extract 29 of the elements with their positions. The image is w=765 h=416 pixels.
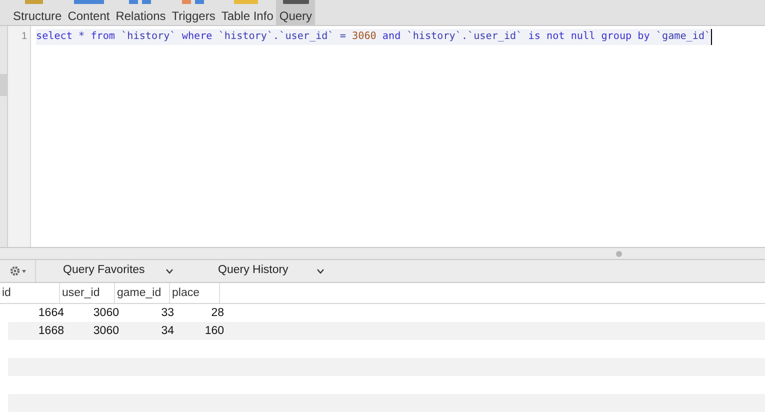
table-cell-text: 3060 xyxy=(92,324,120,339)
toolbar-tab[interactable]: Content xyxy=(64,0,113,25)
table-cell-text: 33 xyxy=(160,306,175,321)
toolbar-icon xyxy=(280,0,311,4)
toolbar-tab[interactable]: Triggers xyxy=(168,0,218,25)
table-cell-text: 1664 xyxy=(37,306,65,321)
caret-icon xyxy=(22,270,26,272)
column-header[interactable]: game_id xyxy=(115,283,170,303)
query-history-dropdown[interactable]: Query History xyxy=(176,262,324,280)
table-cell-text: 1668 xyxy=(37,324,65,339)
table-cell-text: 28 xyxy=(210,306,225,321)
column-header[interactable]: place xyxy=(170,283,220,303)
column-header[interactable]: user_id xyxy=(60,283,115,303)
line-number: 1 xyxy=(21,30,27,44)
toolbar-icon xyxy=(74,0,104,4)
toolbar-tab[interactable]: Table Info xyxy=(218,0,276,25)
toolbar-tab[interactable]: Relations xyxy=(112,0,169,25)
split-handle[interactable] xyxy=(0,247,765,260)
toolbar-tab[interactable]: Structure xyxy=(10,0,65,25)
chevron-icon xyxy=(166,268,173,274)
column-header[interactable]: id xyxy=(0,283,60,303)
table-cell-text: 34 xyxy=(160,324,175,339)
query-favorites-dropdown[interactable]: Query Favorites xyxy=(36,262,176,280)
gear-icon xyxy=(10,266,20,276)
table-cell-text: 160 xyxy=(204,324,225,339)
sql-query[interactable]: select * from `history` where `history`.`user_id` = 3060 and `history`.`user_id` is not null group by `game_id` xyxy=(36,29,712,45)
table-cell-text: 3060 xyxy=(92,306,120,321)
toolbar-tab[interactable]: Query xyxy=(276,0,316,25)
chevron-icon xyxy=(317,268,324,274)
